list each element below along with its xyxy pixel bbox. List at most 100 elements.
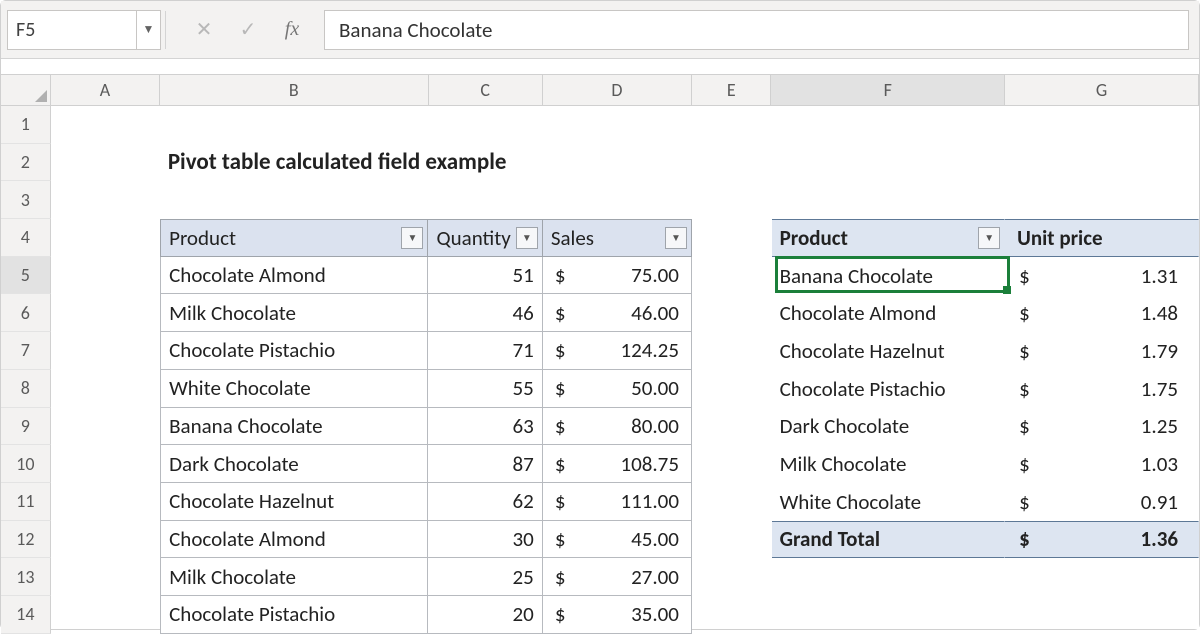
cell[interactable]: 62 <box>428 483 542 521</box>
filter-dropdown-icon[interactable]: ▼ <box>401 227 423 249</box>
cell[interactable]: 30 <box>428 521 542 559</box>
row-header[interactable]: 10 <box>1 445 51 483</box>
cell[interactable]: Milk Chocolate <box>772 445 1006 483</box>
cell[interactable]: Quantity▼ <box>428 219 542 257</box>
cell[interactable]: Pivot table calculated field example <box>160 144 430 182</box>
cell[interactable] <box>51 257 160 295</box>
cell[interactable]: Chocolate Hazelnut <box>160 483 428 521</box>
col-header-D[interactable]: D <box>543 75 692 105</box>
cell[interactable] <box>1005 181 1199 219</box>
cancel-icon[interactable]: ✕ <box>190 17 218 42</box>
cell[interactable] <box>692 332 772 370</box>
cell[interactable] <box>692 294 772 332</box>
cell[interactable] <box>692 106 772 144</box>
cell[interactable]: $1.25 <box>1005 408 1199 446</box>
cell[interactable] <box>51 408 160 446</box>
cell[interactable]: Sales▼ <box>543 219 692 257</box>
cell[interactable] <box>51 558 160 596</box>
cell[interactable]: White Chocolate <box>772 483 1006 521</box>
col-header-E[interactable]: E <box>692 75 772 105</box>
cell[interactable] <box>544 144 693 182</box>
cell[interactable] <box>1006 144 1200 182</box>
row-header[interactable]: 11 <box>1 483 51 521</box>
cell[interactable] <box>428 181 542 219</box>
cell[interactable]: $124.25 <box>543 332 692 370</box>
cell[interactable] <box>160 106 428 144</box>
name-box[interactable]: F5 <box>7 10 137 50</box>
grid-body[interactable]: 12 Pivot table calculated field example 34… <box>1 106 1199 634</box>
row-header[interactable]: 8 <box>1 370 51 408</box>
cell[interactable] <box>430 144 544 182</box>
cell[interactable]: 20 <box>428 596 542 634</box>
cell[interactable]: $75.00 <box>543 257 692 295</box>
cell[interactable] <box>51 521 160 559</box>
col-header-F[interactable]: F <box>771 75 1005 105</box>
cell[interactable]: Dark Chocolate <box>772 408 1006 446</box>
row-header[interactable]: 9 <box>1 408 51 446</box>
cell[interactable] <box>692 483 772 521</box>
cell[interactable] <box>51 181 160 219</box>
cell[interactable] <box>51 483 160 521</box>
cell[interactable]: $27.00 <box>543 558 692 596</box>
cell[interactable]: Chocolate Almond <box>772 294 1006 332</box>
cell[interactable] <box>692 181 772 219</box>
cell[interactable]: 51 <box>428 257 542 295</box>
cell[interactable]: Banana Chocolate <box>772 257 1006 295</box>
fx-icon[interactable]: fx <box>278 18 306 41</box>
cell[interactable]: $45.00 <box>543 521 692 559</box>
cell[interactable] <box>692 219 772 257</box>
cell[interactable]: Banana Chocolate <box>160 408 428 446</box>
cell[interactable]: 63 <box>428 408 542 446</box>
cell[interactable] <box>772 558 1006 596</box>
row-header[interactable]: 7 <box>1 332 51 370</box>
cell[interactable] <box>692 370 772 408</box>
col-header-C[interactable]: C <box>429 75 543 105</box>
row-header[interactable]: 6 <box>1 294 51 332</box>
select-all-corner[interactable] <box>1 75 51 105</box>
col-header-A[interactable]: A <box>51 75 160 105</box>
cell[interactable]: 71 <box>428 332 542 370</box>
cell[interactable] <box>51 445 160 483</box>
cell[interactable]: $1.31 <box>1005 257 1199 295</box>
cell[interactable] <box>692 521 772 559</box>
row-header[interactable]: 4 <box>1 219 51 257</box>
cell[interactable]: $108.75 <box>543 445 692 483</box>
cell[interactable]: Chocolate Pistachio <box>160 596 428 634</box>
row-header[interactable]: 1 <box>1 106 51 144</box>
cell[interactable] <box>772 181 1006 219</box>
cell[interactable]: $80.00 <box>543 408 692 446</box>
row-header[interactable]: 13 <box>1 558 51 596</box>
name-box-dropdown[interactable]: ▼ <box>137 10 161 50</box>
cell[interactable] <box>692 408 772 446</box>
row-header[interactable]: 2 <box>1 144 51 182</box>
cell[interactable] <box>160 181 428 219</box>
cell[interactable]: $35.00 <box>543 596 692 634</box>
cell[interactable]: Chocolate Almond <box>160 257 428 295</box>
row-header[interactable]: 3 <box>1 181 51 219</box>
cell[interactable]: Milk Chocolate <box>160 294 428 332</box>
row-header[interactable]: 14 <box>1 596 51 634</box>
cell[interactable] <box>1005 558 1199 596</box>
cell[interactable]: $1.36 <box>1005 521 1199 559</box>
cell[interactable]: $50.00 <box>543 370 692 408</box>
col-header-G[interactable]: G <box>1005 75 1199 105</box>
cell[interactable]: $1.48 <box>1005 294 1199 332</box>
filter-dropdown-icon[interactable]: ▼ <box>978 227 1000 249</box>
cell[interactable]: 25 <box>428 558 542 596</box>
cell[interactable] <box>51 596 160 634</box>
cell[interactable] <box>693 144 772 182</box>
cell[interactable] <box>1005 596 1199 634</box>
cell[interactable]: $1.03 <box>1005 445 1199 483</box>
cell[interactable]: White Chocolate <box>160 370 428 408</box>
cell[interactable]: Unit price <box>1005 219 1199 257</box>
cell[interactable]: $1.79 <box>1005 332 1199 370</box>
cell[interactable]: Product▼ <box>160 219 428 257</box>
cell[interactable]: $1.75 <box>1005 370 1199 408</box>
cell[interactable]: $46.00 <box>543 294 692 332</box>
cell[interactable] <box>51 219 160 257</box>
cell[interactable] <box>51 144 160 182</box>
cell[interactable]: Grand Total <box>772 521 1006 559</box>
cell[interactable] <box>51 370 160 408</box>
cell[interactable] <box>51 332 160 370</box>
cell[interactable]: Chocolate Pistachio <box>772 370 1006 408</box>
